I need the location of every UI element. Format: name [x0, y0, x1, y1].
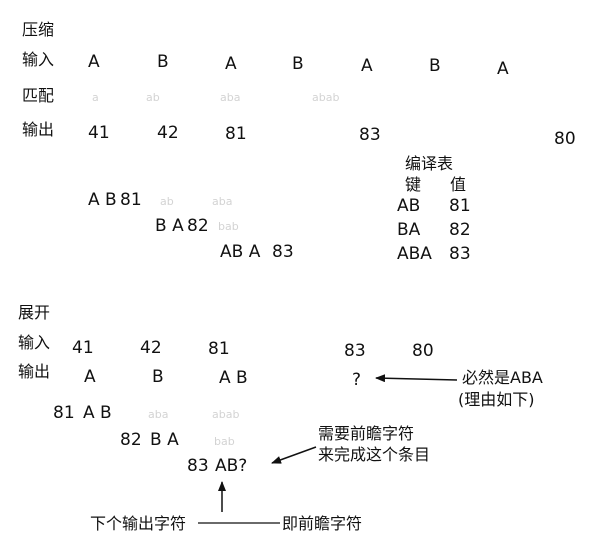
- arrow-must-be-aba: [375, 374, 458, 383]
- arrow-lookahead: [271, 446, 317, 464]
- diagram-arrows: [198, 374, 458, 524]
